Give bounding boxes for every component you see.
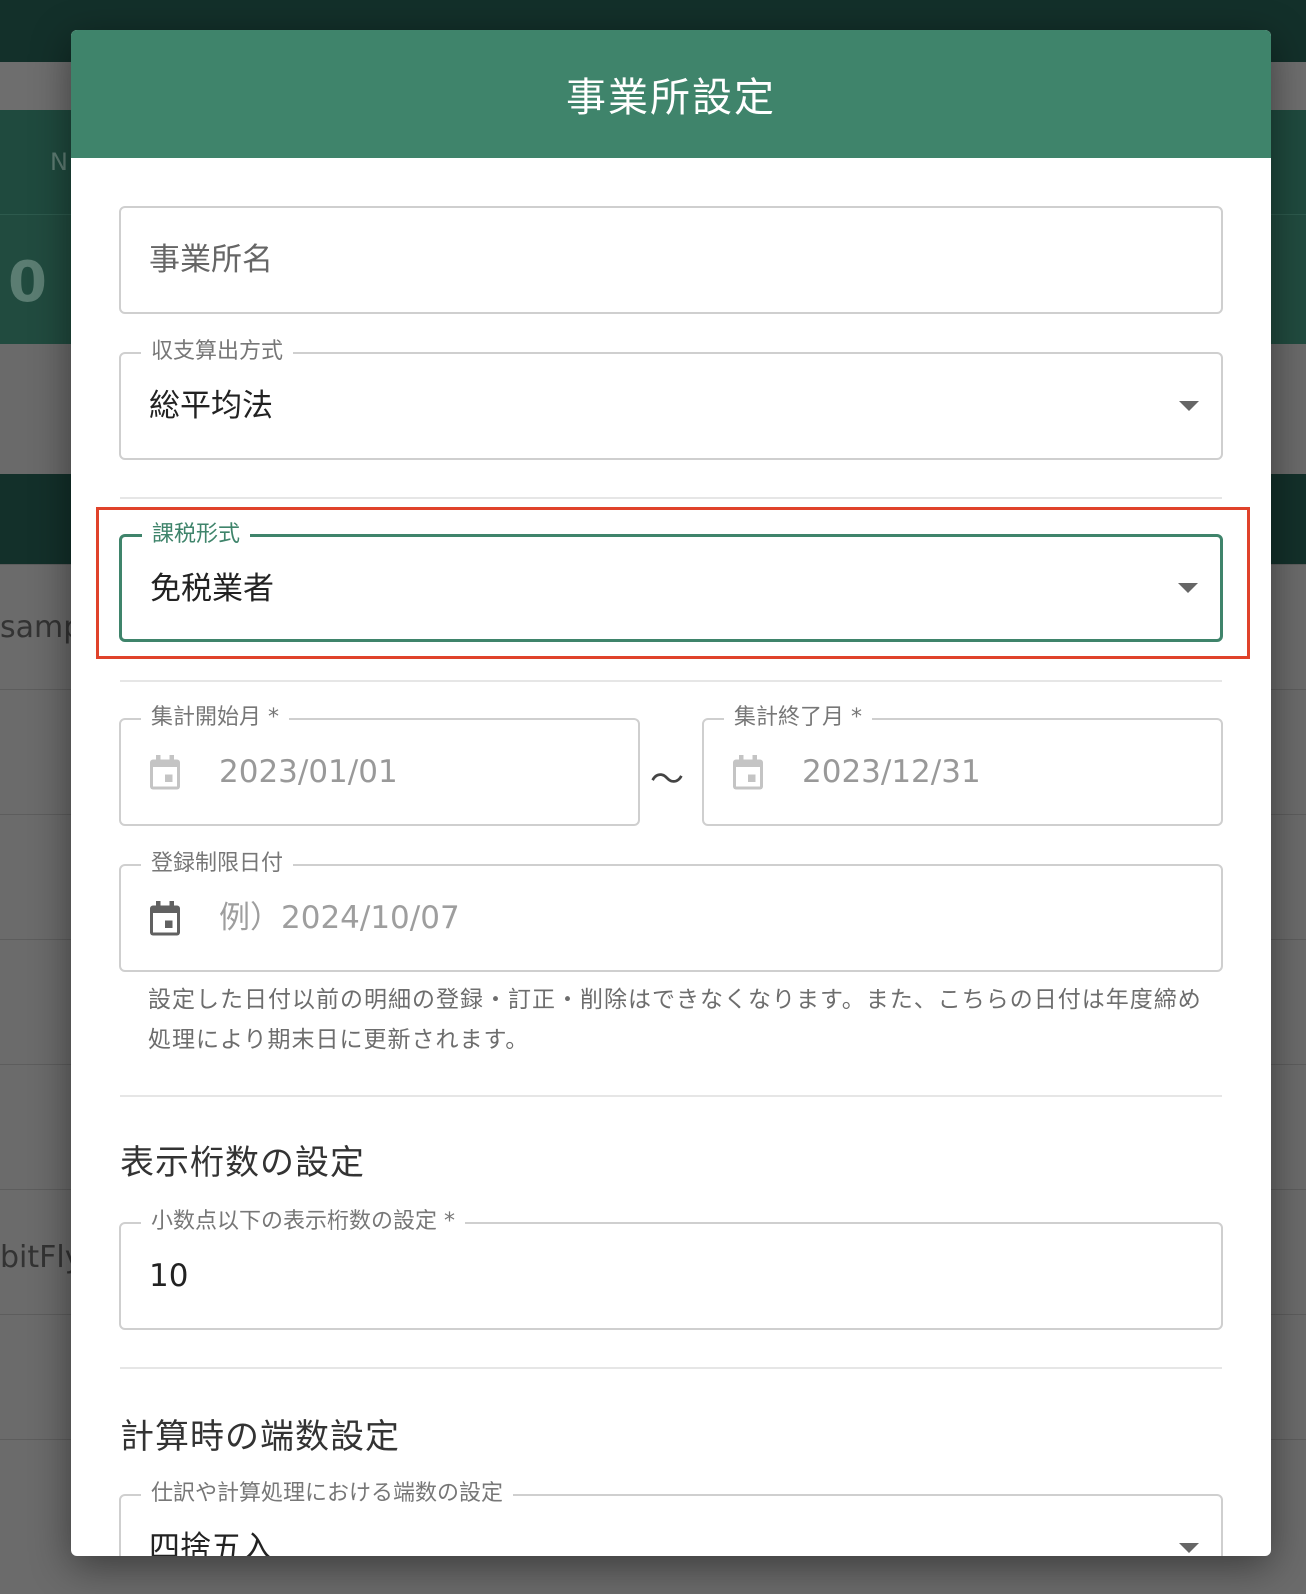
tax-type-label: 課税形式 bbox=[142, 521, 251, 549]
tax-type-value: 免税業者 bbox=[150, 571, 274, 607]
income-method-value: 総平均法 bbox=[149, 388, 273, 424]
app-row-text: samp bbox=[0, 610, 83, 645]
registration-limit-helper: 設定した日付以前の明細の登録・訂正・削除はできなくなります。また、こちらの日付は… bbox=[148, 987, 1202, 1053]
income-method-select[interactable]: 収支算出方式 総平均法 bbox=[119, 338, 1223, 460]
period-separator: 〜 bbox=[650, 760, 684, 800]
calendar-icon[interactable] bbox=[147, 753, 183, 793]
registration-limit-placeholder: 例）2024/10/07 bbox=[219, 900, 460, 936]
rounding-value: 四捨五入 bbox=[149, 1530, 273, 1556]
rounding-label: 仕訳や計算処理における端数の設定 bbox=[141, 1480, 514, 1508]
divider bbox=[120, 680, 1222, 682]
tax-type-select[interactable]: 課税形式 免税業者 bbox=[119, 521, 1223, 642]
registration-limit-input[interactable]: 登録制限日付 例）2024/10/07 bbox=[119, 850, 1223, 972]
decimal-digits-value: 10 bbox=[149, 1258, 189, 1294]
divider bbox=[120, 1095, 1222, 1097]
period-end-value: 2023/12/31 bbox=[802, 754, 981, 790]
period-start-value: 2023/01/01 bbox=[219, 754, 398, 790]
income-method-label: 収支算出方式 bbox=[141, 338, 294, 366]
rounding-select[interactable]: 仕訳や計算処理における端数の設定 四捨五入 bbox=[119, 1480, 1223, 1556]
dropdown-arrow-icon[interactable] bbox=[1179, 1543, 1199, 1553]
dropdown-arrow-icon[interactable] bbox=[1179, 401, 1199, 411]
calendar-icon[interactable] bbox=[730, 753, 766, 793]
decimal-digits-label: 小数点以下の表示桁数の設定 * bbox=[141, 1208, 465, 1236]
app-summary-number: 0 bbox=[8, 250, 47, 315]
calendar-icon[interactable] bbox=[147, 899, 183, 939]
office-name-input[interactable]: 事業所名 bbox=[119, 206, 1223, 314]
period-start-label: 集計開始月 * bbox=[141, 704, 289, 732]
registration-limit-label: 登録制限日付 bbox=[141, 850, 294, 878]
dropdown-arrow-icon[interactable] bbox=[1178, 583, 1198, 593]
office-name-placeholder: 事業所名 bbox=[149, 242, 273, 278]
divider bbox=[120, 1367, 1222, 1369]
rounding-field-clip: 仕訳や計算処理における端数の設定 四捨五入 bbox=[71, 1460, 1271, 1556]
period-end-input[interactable]: 集計終了月 * 2023/12/31 bbox=[702, 704, 1223, 826]
app-column-fragment: N bbox=[50, 148, 68, 176]
dialog-title: 事業所設定 bbox=[566, 75, 776, 121]
decimal-digits-input[interactable]: 小数点以下の表示桁数の設定 * 10 bbox=[119, 1208, 1223, 1330]
rounding-section-title: 計算時の端数設定 bbox=[120, 1417, 400, 1457]
divider bbox=[120, 497, 1222, 499]
dialog-header: 事業所設定 bbox=[71, 30, 1271, 158]
digits-section-title: 表示桁数の設定 bbox=[120, 1143, 365, 1183]
period-end-label: 集計終了月 * bbox=[724, 704, 872, 732]
period-start-input[interactable]: 集計開始月 * 2023/01/01 bbox=[119, 704, 640, 826]
